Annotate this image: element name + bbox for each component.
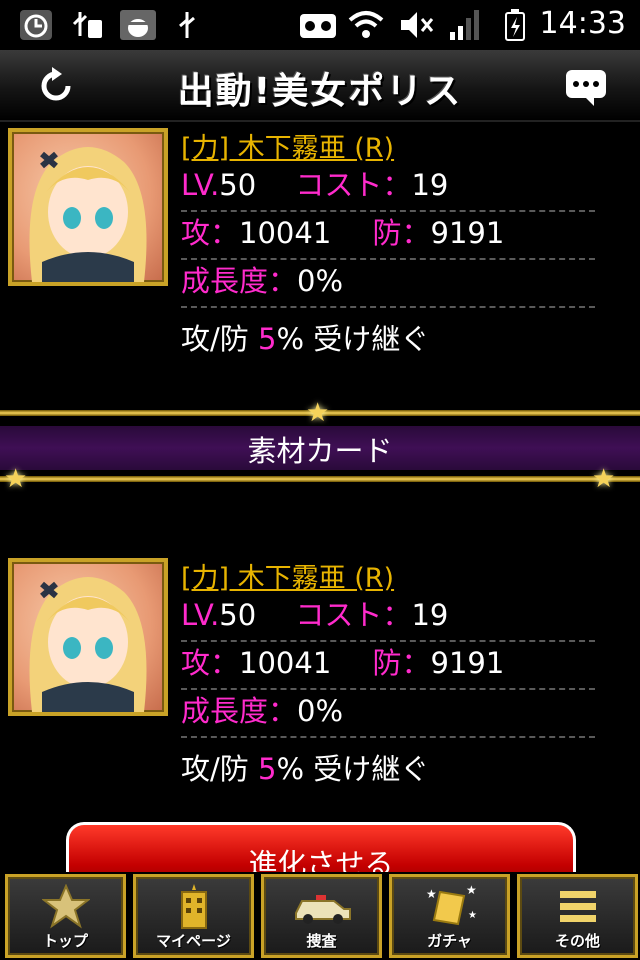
- voicemail-icon: [296, 8, 340, 42]
- police-car-icon: [264, 883, 379, 931]
- bottom-nav: トップ マイページ 捜査 ★ ★ ★ ガチャ その他: [0, 872, 640, 960]
- inherit-text: 攻/防 5% 受け継ぐ: [181, 746, 429, 788]
- defense-value: 9191: [430, 216, 505, 250]
- material-section-divider: ★ 素材カード ★ ★: [0, 400, 640, 494]
- inherit-value: 5: [258, 322, 277, 356]
- gacha-card-icon: ★ ★ ★: [392, 883, 507, 931]
- usb-debug-icon: [68, 8, 108, 42]
- building-icon: [136, 883, 251, 931]
- card-portrait[interactable]: [8, 128, 168, 286]
- card-portrait[interactable]: [8, 558, 168, 716]
- section-title: 素材カード: [247, 434, 393, 468]
- inherit-value: 5: [258, 752, 277, 786]
- wifi-icon: [346, 8, 386, 42]
- inherit-suffix: % 受け継ぐ: [276, 322, 430, 356]
- growth-label: 成長度：: [181, 694, 298, 728]
- material-card: [力] 木下霧亜 (R) LV.50 コスト：19 攻：10041 防：9191…: [0, 552, 640, 812]
- cost-label: コスト：: [295, 168, 412, 202]
- nav-label: トップ: [42, 932, 88, 950]
- cost-value: 19: [411, 168, 449, 202]
- defense-label: 防：: [372, 646, 431, 680]
- battery-icon: [500, 8, 530, 42]
- star-icon: ★: [306, 398, 330, 428]
- attack-label: 攻：: [181, 646, 240, 680]
- attack-value: 10041: [239, 646, 332, 680]
- inherit-prefix: 攻/防: [181, 322, 258, 356]
- level-label: LV.: [181, 598, 220, 632]
- usb-icon: [170, 8, 204, 42]
- nav-label: マイページ: [156, 932, 231, 950]
- status-bar: 14:33: [0, 0, 640, 50]
- nav-search[interactable]: 捜査: [261, 874, 382, 958]
- level-label: LV.: [181, 168, 220, 202]
- level-value: 50: [219, 168, 257, 202]
- nav-top[interactable]: トップ: [5, 874, 126, 958]
- defense-value: 9191: [430, 646, 505, 680]
- android-debug-icon: [116, 8, 160, 42]
- inherit-prefix: 攻/防: [181, 752, 258, 786]
- card-name[interactable]: [力] 木下霧亜 (R): [181, 556, 394, 595]
- level-cost-row: LV.50 コスト：19: [181, 162, 595, 212]
- growth-value: 0%: [297, 264, 344, 298]
- attack-label: 攻：: [181, 216, 240, 250]
- growth-row: 成長度：0%: [181, 258, 595, 308]
- svg-text:★: ★: [426, 887, 437, 901]
- level-value: 50: [219, 598, 257, 632]
- atk-def-row: 攻：10041 防：9191: [181, 640, 595, 690]
- growth-value: 0%: [297, 694, 344, 728]
- cost-value: 19: [411, 598, 449, 632]
- nav-label: その他: [554, 932, 600, 950]
- menu-icon: [520, 883, 635, 931]
- police-badge-icon: [8, 883, 123, 931]
- nav-label: 捜査: [306, 932, 337, 950]
- gold-divider-line: [0, 476, 640, 482]
- nav-gacha[interactable]: ★ ★ ★ ガチャ: [389, 874, 510, 958]
- inherit-text: 攻/防 5% 受け継ぐ: [181, 316, 429, 358]
- nav-label: ガチャ: [427, 932, 472, 950]
- cost-label: コスト：: [295, 598, 412, 632]
- svg-text:★: ★: [468, 910, 477, 921]
- base-card: [力] 木下霧亜 (R) LV.50 コスト：19 攻：10041 防：9191…: [0, 122, 640, 382]
- mute-icon: [396, 8, 436, 42]
- nav-mypage[interactable]: マイページ: [133, 874, 254, 958]
- growth-label: 成長度：: [181, 264, 298, 298]
- attack-value: 10041: [239, 216, 332, 250]
- card-name[interactable]: [力] 木下霧亜 (R): [181, 126, 394, 165]
- nav-other[interactable]: その他: [517, 874, 638, 958]
- defense-label: 防：: [372, 216, 431, 250]
- star-icon: ★: [4, 464, 28, 494]
- page-title: 出動!美女ポリス: [177, 71, 463, 112]
- svg-text:★: ★: [466, 884, 477, 897]
- clock: 14:33: [539, 6, 626, 41]
- signal-icon: [446, 8, 482, 42]
- alarm-icon: [16, 8, 56, 42]
- atk-def-row: 攻：10041 防：9191: [181, 210, 595, 260]
- level-cost-row: LV.50 コスト：19: [181, 592, 595, 642]
- inherit-suffix: % 受け継ぐ: [276, 752, 430, 786]
- growth-row: 成長度：0%: [181, 688, 595, 738]
- app-header: 出動!美女ポリス: [0, 50, 640, 122]
- star-icon: ★: [592, 464, 616, 494]
- chat-icon[interactable]: [564, 68, 608, 108]
